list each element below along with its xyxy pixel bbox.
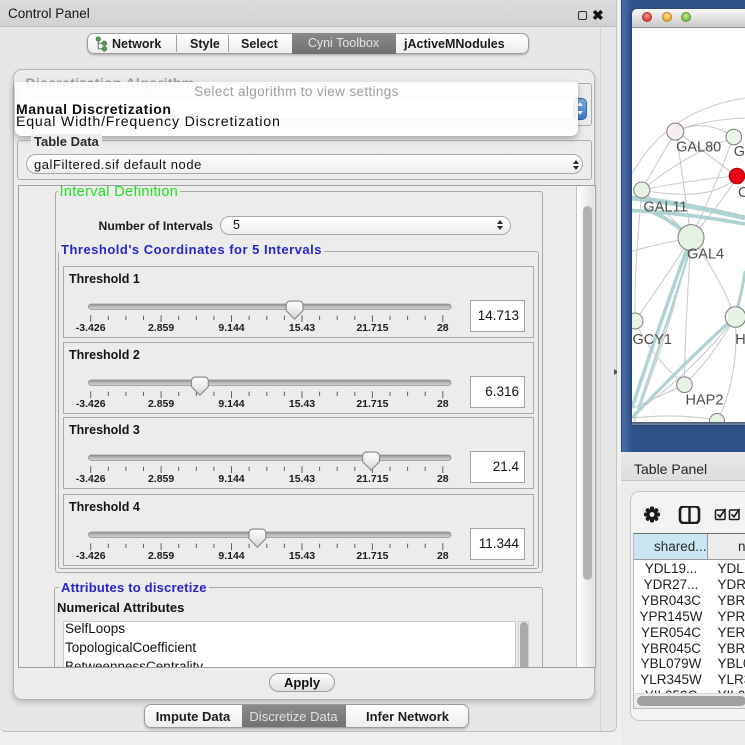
svg-text:2.859: 2.859: [148, 322, 174, 334]
svg-text:21.715: 21.715: [356, 473, 388, 485]
svg-text:GAL11: GAL11: [643, 199, 687, 215]
svg-text:21.715: 21.715: [356, 550, 388, 562]
svg-text:2.859: 2.859: [148, 398, 174, 410]
svg-text:HAP2: HAP2: [686, 393, 724, 409]
svg-text:2.859: 2.859: [148, 550, 174, 562]
svg-text:28: 28: [437, 473, 449, 485]
svg-text:-3.426: -3.426: [76, 550, 106, 562]
svg-text:15.43: 15.43: [289, 398, 315, 410]
svg-text:GAL4: GAL4: [687, 247, 724, 263]
svg-text:-3.426: -3.426: [76, 473, 106, 485]
svg-text:28: 28: [437, 322, 449, 334]
svg-text:15.43: 15.43: [289, 322, 315, 334]
svg-text:C: C: [738, 185, 745, 201]
svg-text:21.715: 21.715: [356, 398, 388, 410]
svg-text:GCY1: GCY1: [633, 332, 673, 348]
svg-text:2.859: 2.859: [148, 473, 174, 485]
svg-text:9.144: 9.144: [218, 398, 244, 410]
svg-text:9.144: 9.144: [218, 322, 244, 334]
svg-text:28: 28: [437, 550, 449, 562]
svg-text:GAL80: GAL80: [676, 140, 721, 156]
svg-text:-3.426: -3.426: [76, 322, 106, 334]
svg-text:HIS: HIS: [735, 332, 745, 348]
svg-text:9.144: 9.144: [218, 550, 244, 562]
svg-text:21.715: 21.715: [356, 322, 388, 334]
svg-text:15.43: 15.43: [289, 550, 315, 562]
svg-text:28: 28: [437, 398, 449, 410]
svg-text:9.144: 9.144: [218, 473, 244, 485]
svg-text:15.43: 15.43: [289, 473, 315, 485]
svg-text:GA: GA: [734, 144, 745, 160]
svg-text:-3.426: -3.426: [76, 398, 106, 410]
